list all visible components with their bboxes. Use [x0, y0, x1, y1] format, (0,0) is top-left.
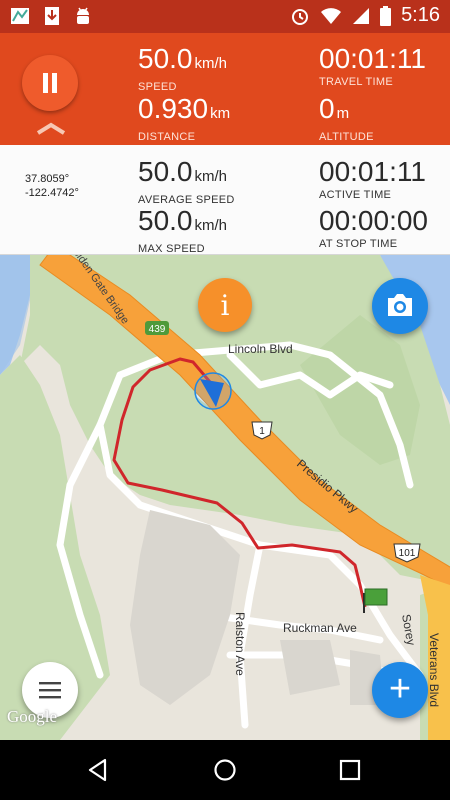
at-stop-time-label: AT STOP TIME	[319, 238, 398, 250]
travel-time-label: TRAVEL TIME	[319, 76, 393, 88]
altitude-value: 0	[319, 93, 335, 124]
map-label-lincoln: Lincoln Blvd	[228, 342, 293, 356]
coordinates: 37.8059° -122.4742°	[25, 172, 79, 200]
signal-icon	[353, 7, 370, 24]
status-bar: 5:16	[0, 0, 450, 33]
at-stop-time-stat: 00:00:00 AT STOP TIME	[319, 205, 428, 251]
recents-icon[interactable]	[335, 755, 365, 785]
add-button[interactable]: +	[372, 662, 428, 718]
svg-text:1: 1	[259, 426, 265, 437]
speed-unit: km/h	[194, 55, 228, 72]
distance-stat: 0.930 km DISTANCE	[138, 93, 231, 144]
map-label-ruckman: Ruckman Ave	[283, 621, 357, 635]
google-logo: Google	[7, 707, 58, 726]
travel-time-value: 00:01:11	[319, 43, 426, 74]
home-icon[interactable]	[210, 755, 240, 785]
route-shield-439: 439	[145, 321, 169, 335]
clock-time: 5:16	[401, 4, 440, 26]
chevron-up-icon[interactable]	[36, 121, 66, 135]
distance-unit: km	[210, 105, 231, 122]
pause-icon-bar	[52, 73, 57, 93]
average-speed-stat: 50.0 km/h AVERAGE SPEED	[138, 156, 235, 207]
secondary-stats-panel: 37.8059° -122.4742° 50.0 km/h AVERAGE SPE…	[0, 145, 450, 255]
active-time-label: ACTIVE TIME	[319, 189, 392, 201]
max-speed-value: 50.0	[138, 205, 193, 236]
at-stop-time-value: 00:00:00	[319, 205, 428, 236]
camera-icon	[388, 294, 412, 316]
plus-icon: +	[388, 668, 412, 710]
max-speed-label: MAX SPEED	[138, 243, 205, 255]
map-label-ralston: Ralston Ave	[233, 612, 247, 676]
distance-label: DISTANCE	[138, 131, 196, 143]
pause-icon	[43, 73, 48, 93]
active-time-value: 00:01:11	[319, 156, 426, 187]
primary-stats-panel: 50.0 km/h SPEED 00:01:11 TRAVEL TIME 0.93…	[0, 33, 450, 145]
distance-value: 0.930	[138, 93, 209, 124]
pause-button[interactable]	[22, 55, 78, 111]
android-icon	[77, 7, 89, 24]
info-icon: i	[220, 289, 230, 322]
average-speed-value: 50.0	[138, 156, 193, 187]
alarm-icon	[292, 8, 309, 25]
altitude-unit: m	[336, 105, 350, 122]
max-speed-stat: 50.0 km/h MAX SPEED	[138, 205, 228, 256]
map-label-sorey: Sorey	[399, 613, 418, 646]
longitude-value: -122.4742°	[25, 187, 79, 199]
current-location-marker	[194, 372, 232, 410]
map-view[interactable]: 439 1 101 Lincoln Blvd Presidio Pkwy Ruc…	[0, 255, 450, 740]
svg-text:439: 439	[149, 324, 166, 335]
speed-stat: 50.0 km/h SPEED	[138, 43, 228, 94]
navigation-bar	[0, 740, 450, 800]
speed-value: 50.0	[138, 43, 193, 74]
latitude-value: 37.8059°	[25, 173, 70, 185]
svg-text:101: 101	[399, 548, 416, 559]
max-speed-unit: km/h	[194, 217, 228, 234]
travel-time-stat: 00:01:11 TRAVEL TIME	[319, 43, 426, 89]
average-speed-unit: km/h	[194, 168, 228, 185]
active-time-stat: 00:01:11 ACTIVE TIME	[319, 156, 426, 202]
map-label-veterans: Veterans Blvd	[427, 633, 441, 707]
speed-label: SPEED	[138, 81, 177, 93]
back-icon[interactable]	[83, 755, 113, 785]
battery-icon	[380, 5, 392, 26]
camera-button[interactable]	[372, 278, 428, 334]
altitude-stat: 0m ALTITUDE	[319, 93, 374, 144]
altitude-label: ALTITUDE	[319, 131, 374, 143]
map-icon	[11, 8, 29, 24]
download-icon	[45, 7, 59, 25]
wifi-icon	[321, 7, 342, 24]
info-button[interactable]: i	[198, 278, 252, 332]
